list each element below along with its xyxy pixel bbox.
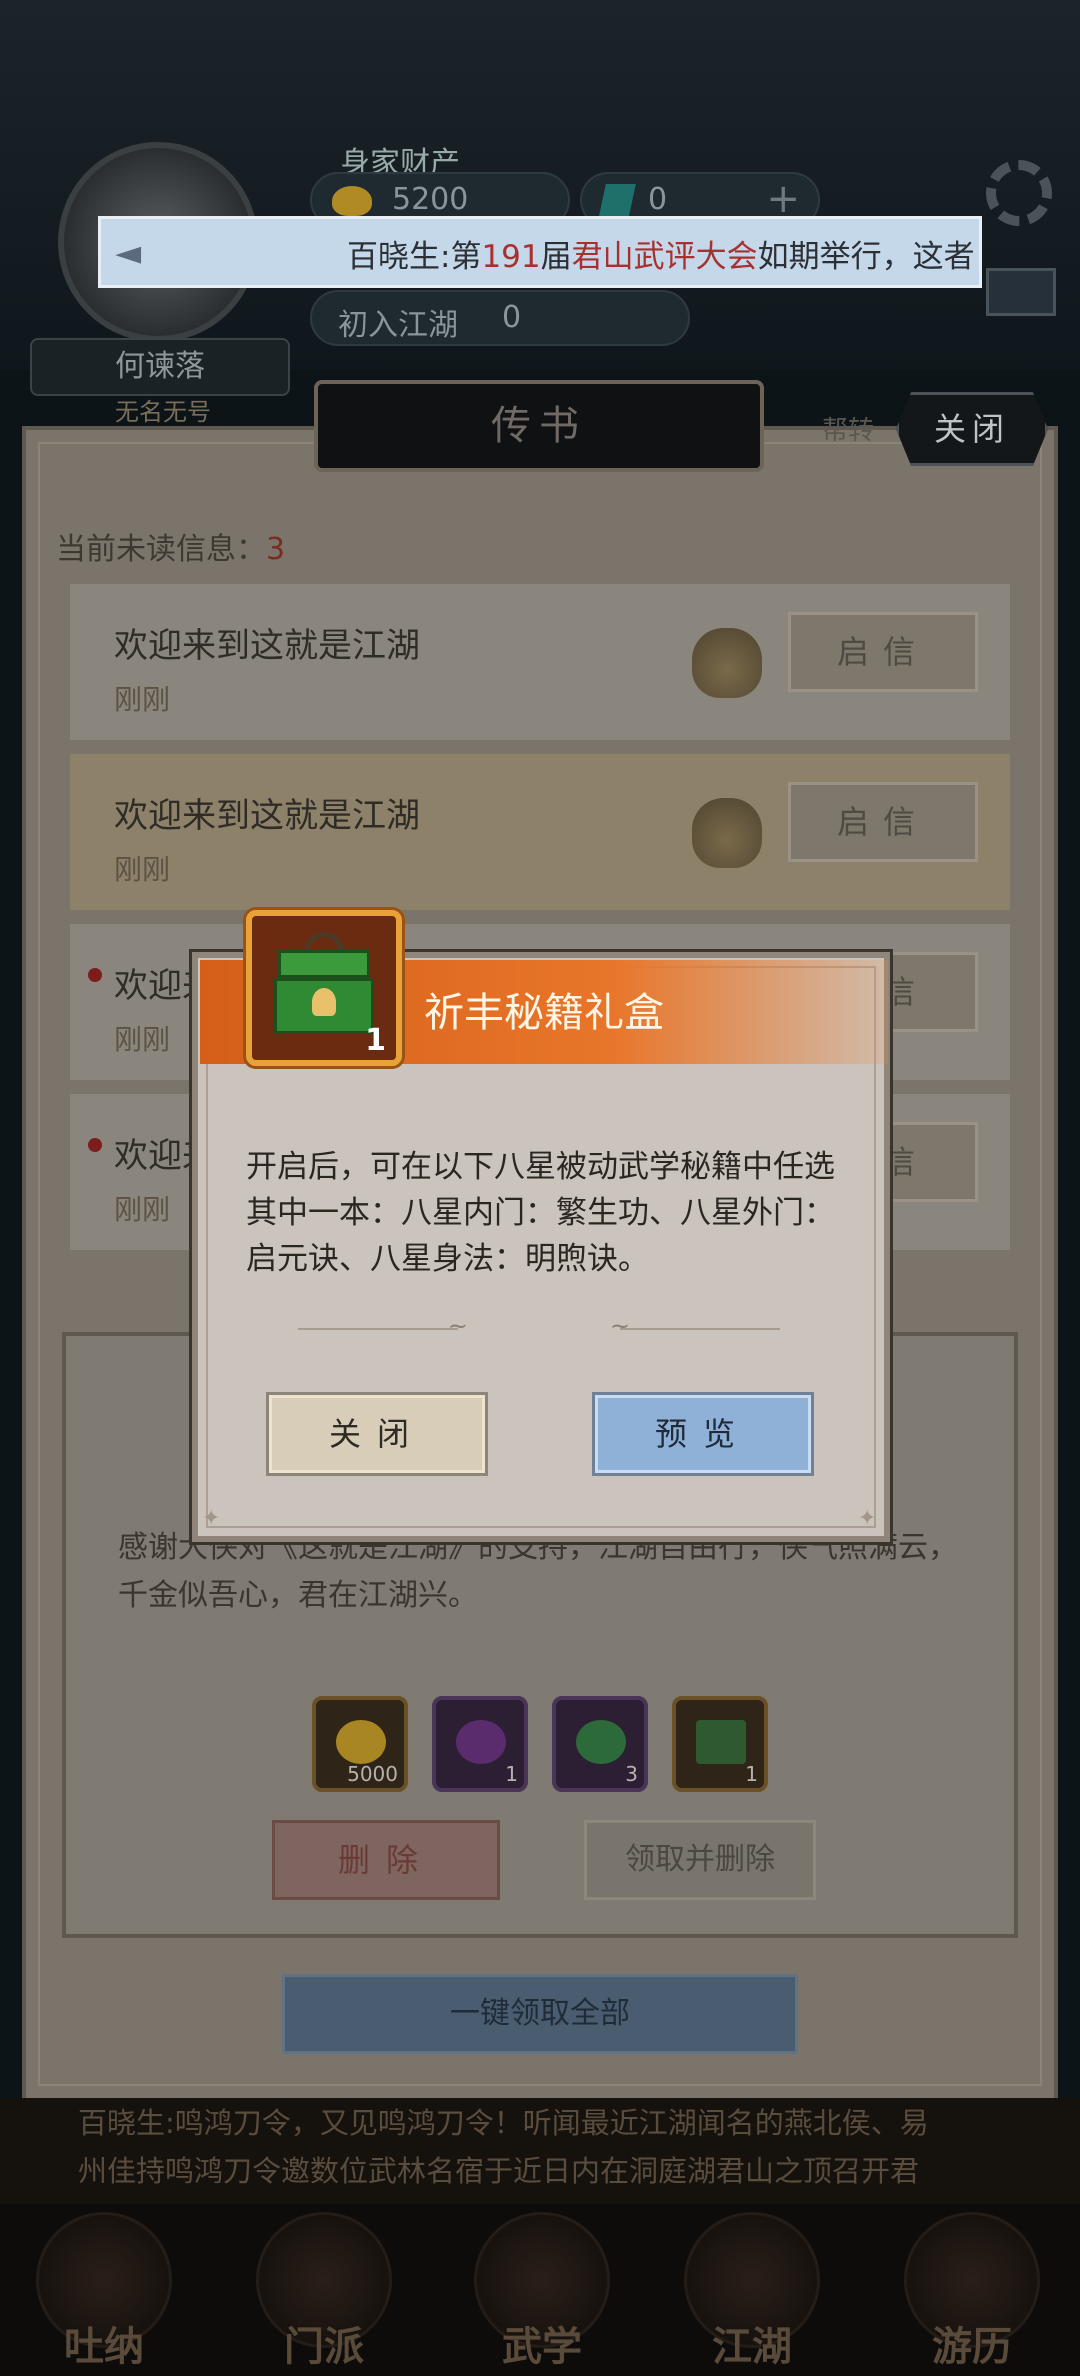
item-count: 1: [365, 1023, 386, 1058]
flame-emblem-icon: [312, 988, 336, 1016]
preview-button[interactable]: 预览: [592, 1392, 814, 1476]
corner-ornament: ✦: [858, 1506, 877, 1531]
close-button[interactable]: 关闭: [266, 1392, 488, 1476]
item-slot: 1: [246, 910, 402, 1066]
divider-right: ~: [610, 1312, 780, 1340]
divider-left: ~: [298, 1312, 468, 1340]
modal-title: 祈丰秘籍礼盒: [424, 990, 664, 1036]
modal-description: 开启后，可在以下八星被动武学秘籍中任选其中一本：八星内门：繁生功、八星外门：启元…: [246, 1149, 835, 1277]
chest-lid: [278, 950, 370, 978]
corner-ornament: ✦: [202, 1506, 221, 1531]
